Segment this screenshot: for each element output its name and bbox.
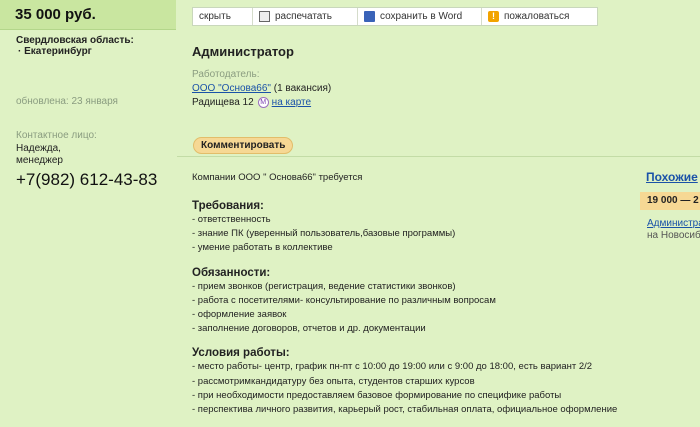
updated-date: обновлена: 23 января — [16, 96, 118, 107]
phone-number: +7(982) 612-43-83 — [16, 170, 158, 189]
complain-label: пожаловаться — [504, 11, 570, 22]
job-title: Администратор — [192, 44, 294, 59]
list-item: - перспектива личного развития, карьерый… — [192, 404, 618, 416]
list-item: - знание ПК (уверенный пользователь,базо… — [192, 228, 456, 240]
list-item: - работа с посетителями- консультировани… — [192, 294, 496, 306]
requirements-section: Требования: - ответственность - знание П… — [192, 199, 632, 256]
similar-vacancies-link[interactable]: Похожие — [646, 170, 698, 184]
hide-label: скрыть — [199, 11, 231, 22]
description-intro: Компании ООО " Основа66" требуется — [192, 172, 363, 183]
section-title: Требования: — [192, 200, 264, 212]
divider — [177, 156, 700, 157]
region: Свердловская область: — [16, 35, 134, 46]
comment-button[interactable]: Комментировать — [193, 137, 294, 154]
word-document-icon — [364, 11, 375, 22]
printer-icon — [259, 11, 270, 22]
similar-salary: 19 000 — 2 — [640, 192, 700, 210]
conditions-section: Условия работы: - место работы- центр, г… — [192, 346, 632, 417]
similar-job-link[interactable]: Администра — [647, 218, 700, 229]
salary-header: 35 000 руб. — [0, 0, 176, 30]
hide-button[interactable]: скрыть — [193, 8, 253, 25]
complain-button[interactable]: ! пожаловаться — [482, 8, 575, 25]
contact-label: Контактное лицо: — [16, 130, 97, 141]
duties-section: Обязанности: - прием звонков (регистраци… — [192, 266, 632, 337]
save-word-button[interactable]: сохранить в Word — [358, 8, 482, 25]
toolbar: скрыть распечатать сохранить в Word ! по… — [192, 7, 598, 26]
list-item: - заполнение договоров, отчетов и др. до… — [192, 323, 426, 335]
section-title: Обязанности: — [192, 266, 271, 279]
company-link[interactable]: ООО "Основа66" — [192, 83, 271, 94]
vacancy-description: Компании ООО " Основа66" требуется Требо… — [192, 172, 632, 427]
company-line: ООО "Основа66" (1 вакансия) — [192, 83, 331, 94]
city: · Екатеринбург — [18, 46, 92, 57]
contact-name: Надежда, менеджер — [16, 143, 63, 166]
print-button[interactable]: распечатать — [253, 8, 358, 25]
similar-location: на Новосиб — [647, 230, 700, 241]
section-title: Условия работы: — [192, 347, 290, 360]
warning-icon: ! — [488, 11, 499, 22]
employer-label: Работодатель: — [192, 69, 260, 80]
map-link[interactable]: на карте — [272, 97, 311, 108]
metro-icon: М — [257, 97, 269, 108]
vacancy-count: (1 вакансия) — [273, 83, 332, 94]
sidebar: 35 000 руб. Свердловская область: · Екат… — [0, 0, 177, 419]
list-item: - оформление заявок — [192, 309, 287, 321]
address: Радищева 12 — [192, 97, 254, 108]
list-item: - рассмотримкандидатуру без опыта, студе… — [192, 375, 475, 387]
print-label: распечатать — [275, 11, 332, 22]
list-item: - при необходимости предоставляем базово… — [192, 389, 562, 401]
list-item: - ответственность — [192, 214, 271, 225]
save-word-label: сохранить в Word — [380, 11, 463, 22]
list-item: - прием звонков (регистрация, ведение ст… — [192, 280, 456, 292]
list-item: - умение работать в коллективе — [192, 242, 333, 254]
list-item: - место работы- центр, график пн-пт с 10… — [192, 361, 593, 373]
address-line: Радищева 12 М на карте — [192, 97, 311, 108]
